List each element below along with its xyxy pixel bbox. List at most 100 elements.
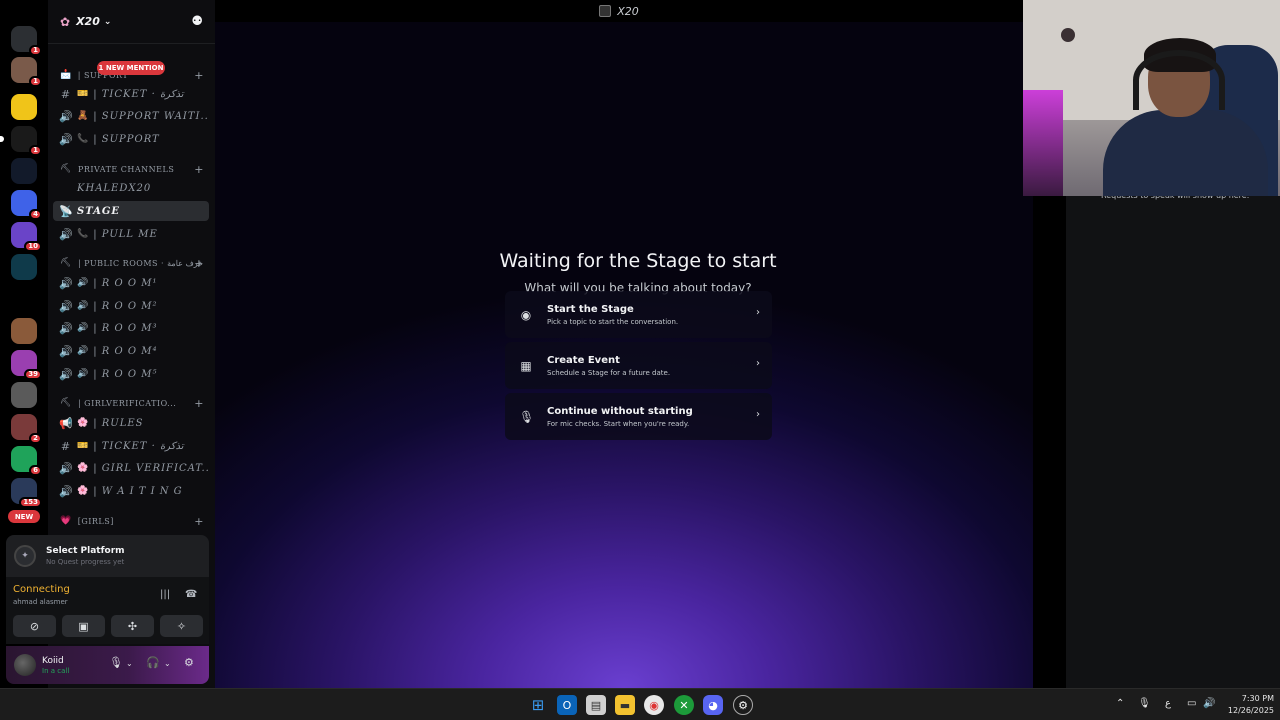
new-servers-badge[interactable]: NEW	[8, 510, 40, 523]
channel-category[interactable]: 💗 [GIRLS] +	[60, 514, 210, 528]
server-icon-server-8[interactable]	[11, 286, 37, 312]
server-icon-server-11[interactable]	[11, 382, 37, 408]
soundboard-button[interactable]: ✧	[160, 615, 203, 637]
channel-category[interactable]: ⛏ PRIVATE CHANNELS +	[60, 162, 210, 176]
server-icon-server-4[interactable]	[11, 158, 37, 184]
gear-icon[interactable]: ⚙	[184, 656, 194, 669]
outlook-icon[interactable]: O	[557, 695, 577, 715]
channel-item[interactable]: 🔊 🔊 | R O O M¹	[53, 273, 209, 293]
channel-item[interactable]: 🔊 🔊 | R O O M²	[53, 296, 209, 316]
stage-option-button[interactable]: ▦ Create Event Schedule a Stage for a futu…	[505, 342, 772, 389]
mic-icon: 🎙	[519, 409, 535, 424]
xbox-icon[interactable]: ✕	[674, 695, 694, 715]
store-icon[interactable]: ▤	[586, 695, 606, 715]
channel-item[interactable]: # 🎫 | TICKET · تذكرة	[53, 436, 209, 456]
channel-item[interactable]: 🔊 🌸 | GIRL VERIFICAT...	[53, 458, 209, 478]
server-icon-discord-home[interactable]: 1	[11, 26, 42, 56]
stage-option-button[interactable]: 🎙 Continue without starting For mic checks…	[505, 393, 772, 440]
chevron-up-icon[interactable]: ⌃	[1116, 698, 1124, 709]
network-icon[interactable]: ▭	[1187, 698, 1196, 709]
channel-item[interactable]: 📡 STAGE	[53, 201, 209, 221]
server-icon-server-14[interactable]: 153	[11, 478, 42, 508]
channel-category[interactable]: ⛏ | GIRLVERIFICATIO... +	[60, 396, 210, 410]
create-channel-icon[interactable]: +	[194, 257, 204, 270]
steam-icon[interactable]: ⚙	[733, 695, 753, 715]
stage-title: Waiting for the Stage to start	[499, 250, 777, 272]
create-channel-icon[interactable]: +	[194, 69, 204, 82]
language-indicator[interactable]: ع	[1165, 698, 1171, 709]
channel-emoji-icon: 🌸	[77, 486, 90, 496]
category-label: | PUBLIC ROOMS · غرف عامة	[77, 258, 203, 268]
channel-category[interactable]: ⛏ | PUBLIC ROOMS · غرف عامة +	[60, 256, 210, 270]
channel-item[interactable]: # 🎫 | TICKET · تذكرة	[53, 84, 209, 104]
server-icon-server-1[interactable]: 1	[11, 57, 42, 87]
server-icon-server-5[interactable]: 4	[11, 190, 42, 220]
voice-channel-icon: 🔊	[59, 344, 74, 358]
channel-label: | SUPPORT WAITI...	[93, 110, 209, 122]
discord-icon[interactable]: ◕	[703, 695, 723, 715]
stage-icon: 📡	[59, 204, 74, 218]
headphones-icon[interactable]: 🎧	[146, 656, 160, 669]
channel-emoji-icon: 📞	[77, 134, 90, 144]
channel-label: | TICKET · تذكرة	[93, 88, 184, 100]
quest-panel[interactable]: ✦ Select Platform No Quest progress yet	[6, 535, 209, 577]
quest-subtitle: No Quest progress yet	[46, 558, 125, 566]
voice-channel-icon: 🔊	[59, 321, 74, 335]
voice-channel-icon: 🔊	[59, 227, 74, 241]
server-icon-server-12[interactable]: 2	[11, 414, 42, 444]
camera-off-button[interactable]: ⊘	[13, 615, 56, 637]
category-icon: ⛏	[60, 164, 72, 174]
server-icon-server-3[interactable]: 1	[0, 126, 42, 156]
microphone-icon[interactable]: 🎙	[109, 656, 123, 669]
channel-item[interactable]: 🔊 🔊 | R O O M⁵	[53, 364, 209, 384]
channel-item[interactable]: 🔊 🔊 | R O O M³	[53, 318, 209, 338]
channel-label: | SUPPORT	[93, 133, 160, 145]
disconnect-icon[interactable]: ☎	[185, 589, 197, 600]
server-icon-server-10[interactable]: 39	[11, 350, 42, 380]
channel-item[interactable]: 📢 🌸 | RULES	[53, 413, 209, 433]
clock-date: 12/26/2025	[1227, 706, 1274, 715]
server-icon-server-2[interactable]	[11, 94, 37, 120]
channel-emoji-icon: 🔊	[77, 301, 90, 311]
username[interactable]: Koiid	[42, 656, 69, 666]
server-icon-server-13[interactable]: 6	[11, 446, 42, 476]
invite-people-icon[interactable]: ⚉	[191, 14, 203, 29]
channel-item[interactable]: 🔊 📞 | PULL ME	[53, 224, 209, 244]
server-icon-server-7[interactable]	[11, 254, 37, 280]
chrome-icon[interactable]: ◉	[644, 695, 664, 715]
channel-item[interactable]: 🔊 🌸 | W A I T I N G	[53, 481, 209, 501]
new-mention-pill[interactable]: 1 NEW MENTION	[97, 61, 165, 75]
category-icon: 💗	[60, 516, 72, 526]
noise-suppression-icon[interactable]: |||	[160, 589, 170, 600]
chevron-down-icon[interactable]: ⌄	[164, 659, 171, 668]
channel-item[interactable]: 🔊 🔊 | R O O M⁴	[53, 341, 209, 361]
channel-emoji-icon: 📞	[77, 229, 90, 239]
channel-item[interactable]: 🔊 🧸 | SUPPORT WAITI...	[53, 106, 209, 126]
volume-icon[interactable]: 🔊	[1203, 698, 1215, 709]
create-channel-icon[interactable]: +	[194, 515, 204, 528]
notification-badge: 2	[29, 433, 42, 444]
guild-header[interactable]: ✿ X20 ⌄ ⚉	[48, 0, 215, 44]
create-channel-icon[interactable]: +	[194, 397, 204, 410]
microphone-icon[interactable]: 🎙	[1138, 698, 1151, 709]
windows-icon[interactable]: ⊞	[528, 695, 548, 715]
system-clock[interactable]: 7:30 PM 12/26/2025	[1218, 693, 1274, 717]
file-explorer-icon[interactable]: ▬	[615, 695, 635, 715]
chevron-down-icon[interactable]: ⌄	[126, 659, 133, 668]
calendar-icon: ▦	[520, 358, 532, 373]
server-icon-server-6[interactable]: 10	[11, 222, 42, 252]
server-icon-server-9[interactable]	[11, 318, 37, 344]
avatar[interactable]	[14, 654, 36, 676]
activities-button[interactable]: ✣	[111, 615, 154, 637]
camera-off-icon: ⊘	[29, 619, 40, 633]
server-icon	[599, 5, 612, 17]
screen-share-button[interactable]: ▣	[62, 615, 105, 637]
channel-label: | R O O M²	[93, 300, 158, 312]
channel-item[interactable]: 🔊 📞 | SUPPORT	[53, 129, 209, 149]
channel-emoji-icon: 🔊	[77, 323, 90, 333]
stage-option-button[interactable]: ◉ Start the Stage Pick a topic to start th…	[505, 291, 772, 338]
channel-item[interactable]: KHALEDX20	[53, 178, 209, 198]
create-channel-icon[interactable]: +	[194, 163, 204, 176]
stage-icon: ◉	[520, 307, 532, 322]
channel-label: KHALEDX20	[77, 182, 152, 194]
